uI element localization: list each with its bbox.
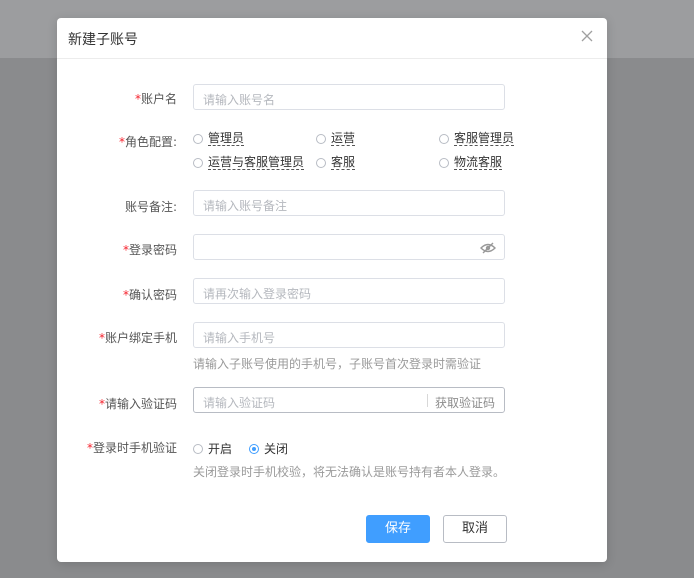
get-code-button[interactable]: 获取验证码 — [435, 394, 495, 411]
role-option-ops[interactable]: 运营 — [316, 131, 356, 146]
role-option-label: 客服 — [331, 155, 356, 170]
role-option-label: 运营 — [331, 131, 356, 146]
new-subaccount-dialog: 新建子账号 *账户名 请输入账号名 *角色配置: 管理员 运营 客服管理员 运营… — [57, 18, 607, 562]
cancel-button[interactable]: 取消 — [443, 515, 507, 543]
password-input[interactable] — [193, 234, 505, 260]
phone-verify-on-radio[interactable]: 开启 — [193, 440, 232, 457]
role-option-logistics-cs[interactable]: 物流客服 — [439, 155, 503, 170]
account-name-placeholder: 请输入账号名 — [203, 93, 276, 107]
role-option-label: 运营与客服管理员 — [208, 155, 305, 170]
confirm-password-placeholder: 请再次输入登录密码 — [203, 287, 312, 301]
role-option-cs-admin[interactable]: 客服管理员 — [439, 131, 515, 146]
radio-circle — [439, 157, 449, 168]
phone-verify-label: *登录时手机验证 — [86, 441, 177, 455]
confirm-password-input[interactable]: 请再次输入登录密码 — [193, 278, 505, 304]
dialog-title: 新建子账号 — [68, 32, 138, 48]
role-option-label: 物流客服 — [454, 155, 503, 170]
save-button[interactable]: 保存 — [366, 515, 430, 543]
account-name-input[interactable]: 请输入账号名 — [193, 84, 505, 110]
account-name-label: *账户名 — [134, 92, 177, 106]
close-icon[interactable] — [579, 28, 595, 44]
radio-circle — [316, 133, 326, 144]
radio-circle — [193, 133, 203, 144]
role-option-label: 客服管理员 — [454, 131, 515, 146]
role-option-ops-cs-admin[interactable]: 运营与客服管理员 — [193, 155, 305, 170]
phone-help-text: 请输入子账号使用的手机号，子账号首次登录时需验证 — [193, 357, 482, 371]
radio-circle — [193, 157, 203, 168]
phone-verify-off-radio[interactable]: 关闭 — [249, 440, 288, 457]
confirm-password-label: *确认密码 — [122, 288, 177, 302]
password-label: *登录密码 — [122, 243, 177, 257]
radio-circle — [193, 443, 203, 454]
eye-off-icon[interactable] — [480, 241, 496, 255]
code-label: *请输入验证码 — [98, 397, 177, 411]
role-option-cs[interactable]: 客服 — [316, 155, 356, 170]
code-input[interactable]: 请输入验证码 获取验证码 — [193, 387, 505, 413]
divider — [427, 394, 428, 407]
radio-circle — [439, 133, 449, 144]
phone-verify-help-text: 关闭登录时手机校验，将无法确认是账号持有者本人登录。 — [193, 465, 506, 479]
remark-placeholder: 请输入账号备注 — [203, 199, 288, 213]
radio-label: 开启 — [208, 442, 233, 456]
role-option-label: 管理员 — [208, 131, 245, 146]
phone-label: *账户绑定手机 — [98, 331, 177, 345]
remark-input[interactable]: 请输入账号备注 — [193, 190, 505, 216]
role-label: *角色配置: — [118, 135, 177, 149]
phone-placeholder: 请输入手机号 — [203, 331, 276, 345]
remark-label: 账号备注: — [124, 200, 177, 214]
radio-circle-checked — [249, 443, 259, 454]
dialog-header: 新建子账号 — [57, 18, 607, 59]
radio-circle — [316, 157, 326, 168]
code-placeholder: 请输入验证码 — [203, 396, 276, 410]
role-option-admin[interactable]: 管理员 — [193, 131, 245, 146]
phone-input[interactable]: 请输入手机号 — [193, 322, 505, 348]
radio-label: 关闭 — [264, 442, 289, 456]
